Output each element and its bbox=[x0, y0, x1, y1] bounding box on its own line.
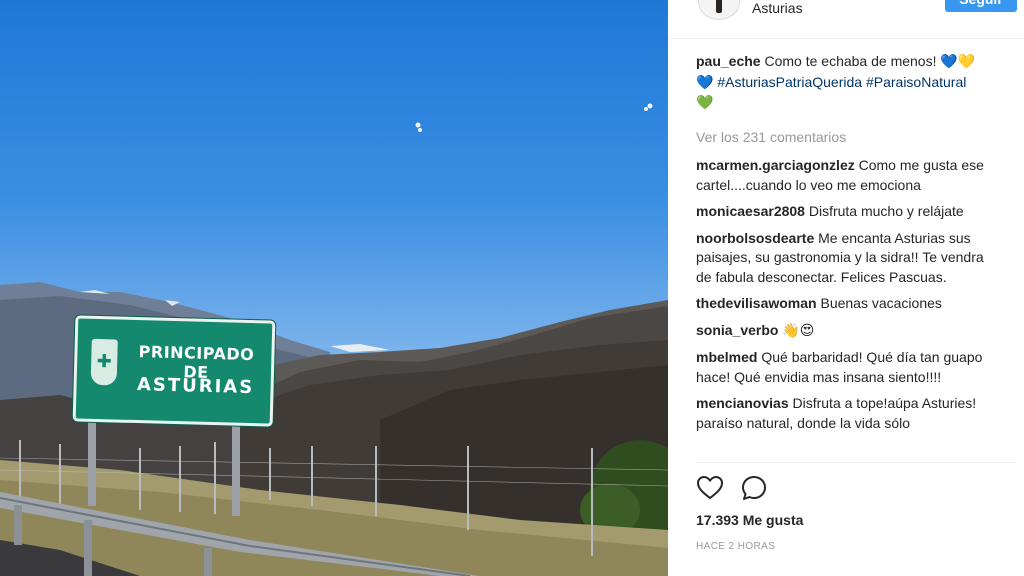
comment-username[interactable]: mbelmed bbox=[696, 349, 757, 365]
avatar[interactable] bbox=[698, 0, 740, 20]
sign-text-line2: ASTURIAS bbox=[136, 374, 255, 399]
heart-icon[interactable] bbox=[696, 474, 724, 502]
comments-list: pau_eche Como te echaba de menos! 💙💛 💙 #… bbox=[696, 52, 996, 433]
comment-username[interactable]: mcarmen.garciagonzlez bbox=[696, 157, 855, 173]
comment-text: 👋😍 bbox=[782, 322, 815, 339]
post-header: Asturias Seguir bbox=[668, 0, 1024, 39]
post-timestamp: HACE 2 HORAS bbox=[696, 541, 776, 552]
comment-item: sonia_verbo 👋😍 bbox=[696, 321, 996, 342]
comment-icon[interactable] bbox=[740, 474, 768, 502]
post-actions bbox=[696, 474, 780, 504]
actions-divider bbox=[696, 462, 1016, 463]
road-sign: ✚ PRINCIPADO DE ASTURIAS bbox=[72, 315, 276, 427]
caption-text: Como te echaba de menos! bbox=[764, 53, 937, 69]
comment-text: Buenas vacaciones bbox=[820, 295, 942, 311]
comment-username[interactable]: mencianovias bbox=[696, 395, 789, 411]
avatar-figure bbox=[716, 0, 722, 13]
comment-username[interactable]: sonia_verbo bbox=[696, 322, 778, 338]
caption-emoji-1: 💙💛 bbox=[940, 54, 976, 70]
comment-username[interactable]: noorbolsosdearte bbox=[696, 230, 814, 246]
comment-item: noorbolsosdearte Me encanta Asturias sus… bbox=[696, 229, 996, 288]
comment-item: monicaesar2808 Disfruta mucho y relájate bbox=[696, 202, 996, 222]
comment-item: mbelmed Qué barbaridad! Qué día tan guap… bbox=[696, 348, 996, 387]
coat-of-arms-icon: ✚ bbox=[90, 338, 118, 386]
comment-text: Disfruta mucho y relájate bbox=[808, 203, 964, 219]
caption: pau_eche Como te echaba de menos! 💙💛 💙 #… bbox=[696, 52, 996, 114]
location-link[interactable]: Asturias bbox=[752, 0, 803, 16]
caption-emoji-2: 💙 bbox=[696, 74, 714, 91]
comment-username[interactable]: monicaesar2808 bbox=[696, 203, 805, 219]
comment-username[interactable]: thedevilisawoman bbox=[696, 295, 817, 311]
post-sidebar: Asturias Seguir pau_eche Como te echaba … bbox=[668, 0, 1024, 576]
caption-emoji-3: 💚 bbox=[696, 95, 714, 111]
follow-button[interactable]: Seguir bbox=[945, 0, 1017, 12]
likes-count[interactable]: 17.393 Me gusta bbox=[696, 512, 803, 528]
landscape-illustration bbox=[0, 103, 668, 576]
post-photo[interactable]: ✚ PRINCIPADO DE ASTURIAS bbox=[0, 0, 668, 576]
caption-hashtags[interactable]: #AsturiasPatriaQuerida #ParaisoNatural bbox=[717, 74, 966, 90]
comment-item: mcarmen.garciagonzlez Como me gusta ese … bbox=[696, 156, 996, 195]
comment-item: thedevilisawoman Buenas vacaciones bbox=[696, 294, 996, 314]
view-all-comments-link[interactable]: Ver los 231 comentarios bbox=[696, 128, 996, 148]
comment-item: mencianovias Disfruta a tope!aúpa Asturi… bbox=[696, 394, 996, 433]
caption-username[interactable]: pau_eche bbox=[696, 53, 761, 69]
